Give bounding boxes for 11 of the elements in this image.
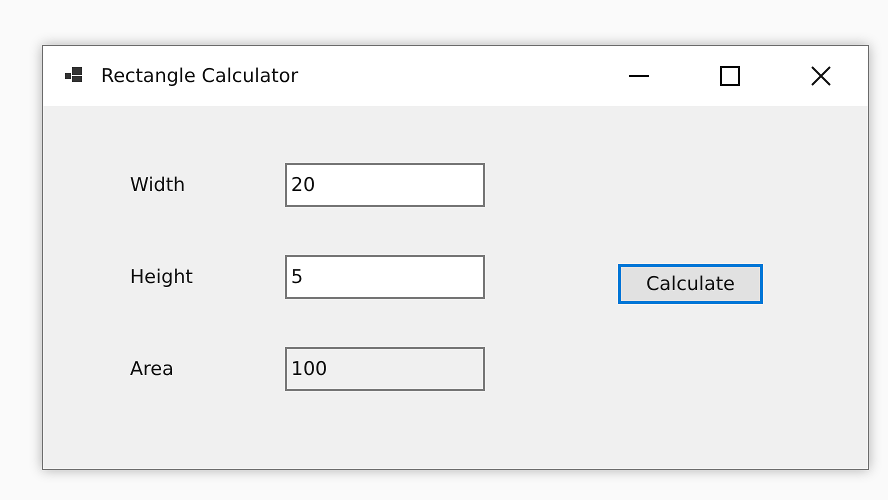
field-label: Height [130,266,194,288]
field-label: Width [130,174,186,196]
calculate-button[interactable]: Calculate [618,264,763,304]
maximize-icon[interactable] [720,66,740,86]
close-icon[interactable] [811,66,831,86]
field-label: Area [130,358,175,380]
input-field[interactable]: 5 [285,255,485,299]
input-field[interactable]: 100 [285,347,485,391]
window-title: Rectangle Calculator [101,65,298,87]
app-icon [65,67,85,85]
input-field[interactable]: 20 [285,163,485,207]
